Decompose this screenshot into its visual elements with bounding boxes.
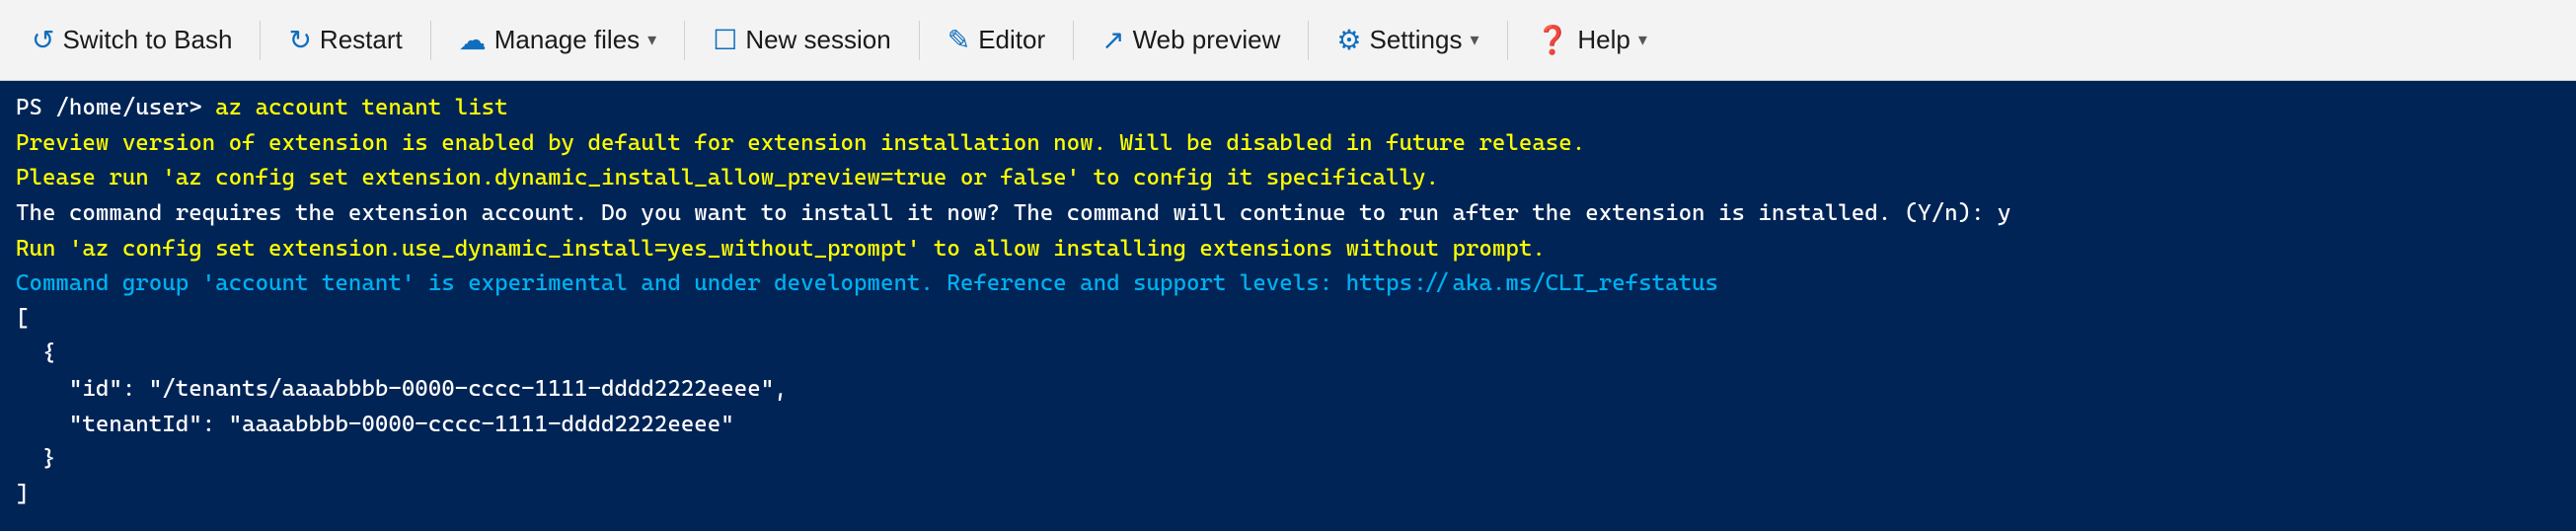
restart-button[interactable]: ↻ Restart <box>272 16 417 64</box>
terminal-line-10: } <box>16 442 2560 478</box>
editor-button[interactable]: ✎ Editor <box>932 16 1061 64</box>
web-preview-button[interactable]: ↗ Web preview <box>1086 16 1296 64</box>
divider-7 <box>1507 21 1508 60</box>
web-preview-label: Web preview <box>1133 25 1281 55</box>
help-arrow-icon: ▾ <box>1638 30 1647 50</box>
help-button[interactable]: ❓ Help ▾ <box>1520 16 1663 64</box>
new-session-label: New session <box>745 25 890 55</box>
terminal-line-2: Please run 'az config set extension.dyna… <box>16 161 2560 196</box>
terminal-prompt-line: PS /home/user> az account tenant list <box>16 91 2560 126</box>
restart-label: Restart <box>320 25 403 55</box>
terminal-line-5: Command group 'account tenant' is experi… <box>16 266 2560 302</box>
help-label: Help <box>1577 25 1629 55</box>
terminal-area[interactable]: PS /home/user> az account tenant list Pr… <box>0 81 2576 531</box>
terminal-line-9: "tenantId": "aaaabbbb-0000-cccc-1111-ddd… <box>16 408 2560 443</box>
manage-files-label: Manage files <box>494 25 640 55</box>
divider-3 <box>684 21 685 60</box>
manage-files-arrow-icon: ▾ <box>647 30 656 50</box>
manage-files-icon: ☁ <box>459 24 487 56</box>
terminal-line-3: The command requires the extension accou… <box>16 196 2560 232</box>
manage-files-button[interactable]: ☁ Manage files ▾ <box>443 16 672 64</box>
terminal-line-8: "id": "/tenants/aaaabbbb-0000-cccc-1111-… <box>16 372 2560 408</box>
switch-to-bash-button[interactable]: ↺ Switch to Bash <box>16 16 248 64</box>
help-icon: ❓ <box>1536 24 1570 56</box>
settings-arrow-icon: ▾ <box>1470 30 1478 50</box>
settings-button[interactable]: ⚙ Settings ▾ <box>1321 16 1494 64</box>
divider-6 <box>1308 21 1309 60</box>
divider-2 <box>430 21 431 60</box>
toolbar: ↺ Switch to Bash ↻ Restart ☁ Manage file… <box>0 0 2576 81</box>
terminal-line-11: ] <box>16 478 2560 513</box>
switch-bash-label: Switch to Bash <box>62 25 232 55</box>
settings-label: Settings <box>1370 25 1463 55</box>
new-session-button[interactable]: ☐ New session <box>697 16 907 64</box>
settings-icon: ⚙ <box>1336 24 1361 56</box>
web-preview-icon: ↗ <box>1101 24 1124 56</box>
terminal-prompt: PS /home/user> <box>16 95 202 120</box>
terminal-line-4: Run 'az config set extension.use_dynamic… <box>16 232 2560 267</box>
terminal-command: az account tenant list <box>202 95 508 120</box>
new-session-icon: ☐ <box>713 24 737 56</box>
terminal-line-1: Preview version of extension is enabled … <box>16 126 2560 162</box>
restart-icon: ↻ <box>288 24 311 56</box>
terminal-line-7: { <box>16 337 2560 372</box>
divider-4 <box>919 21 920 60</box>
editor-label: Editor <box>978 25 1045 55</box>
divider-5 <box>1073 21 1074 60</box>
divider-1 <box>260 21 261 60</box>
switch-bash-icon: ↺ <box>32 24 54 56</box>
editor-icon: ✎ <box>947 24 970 56</box>
terminal-line-6: [ <box>16 302 2560 338</box>
